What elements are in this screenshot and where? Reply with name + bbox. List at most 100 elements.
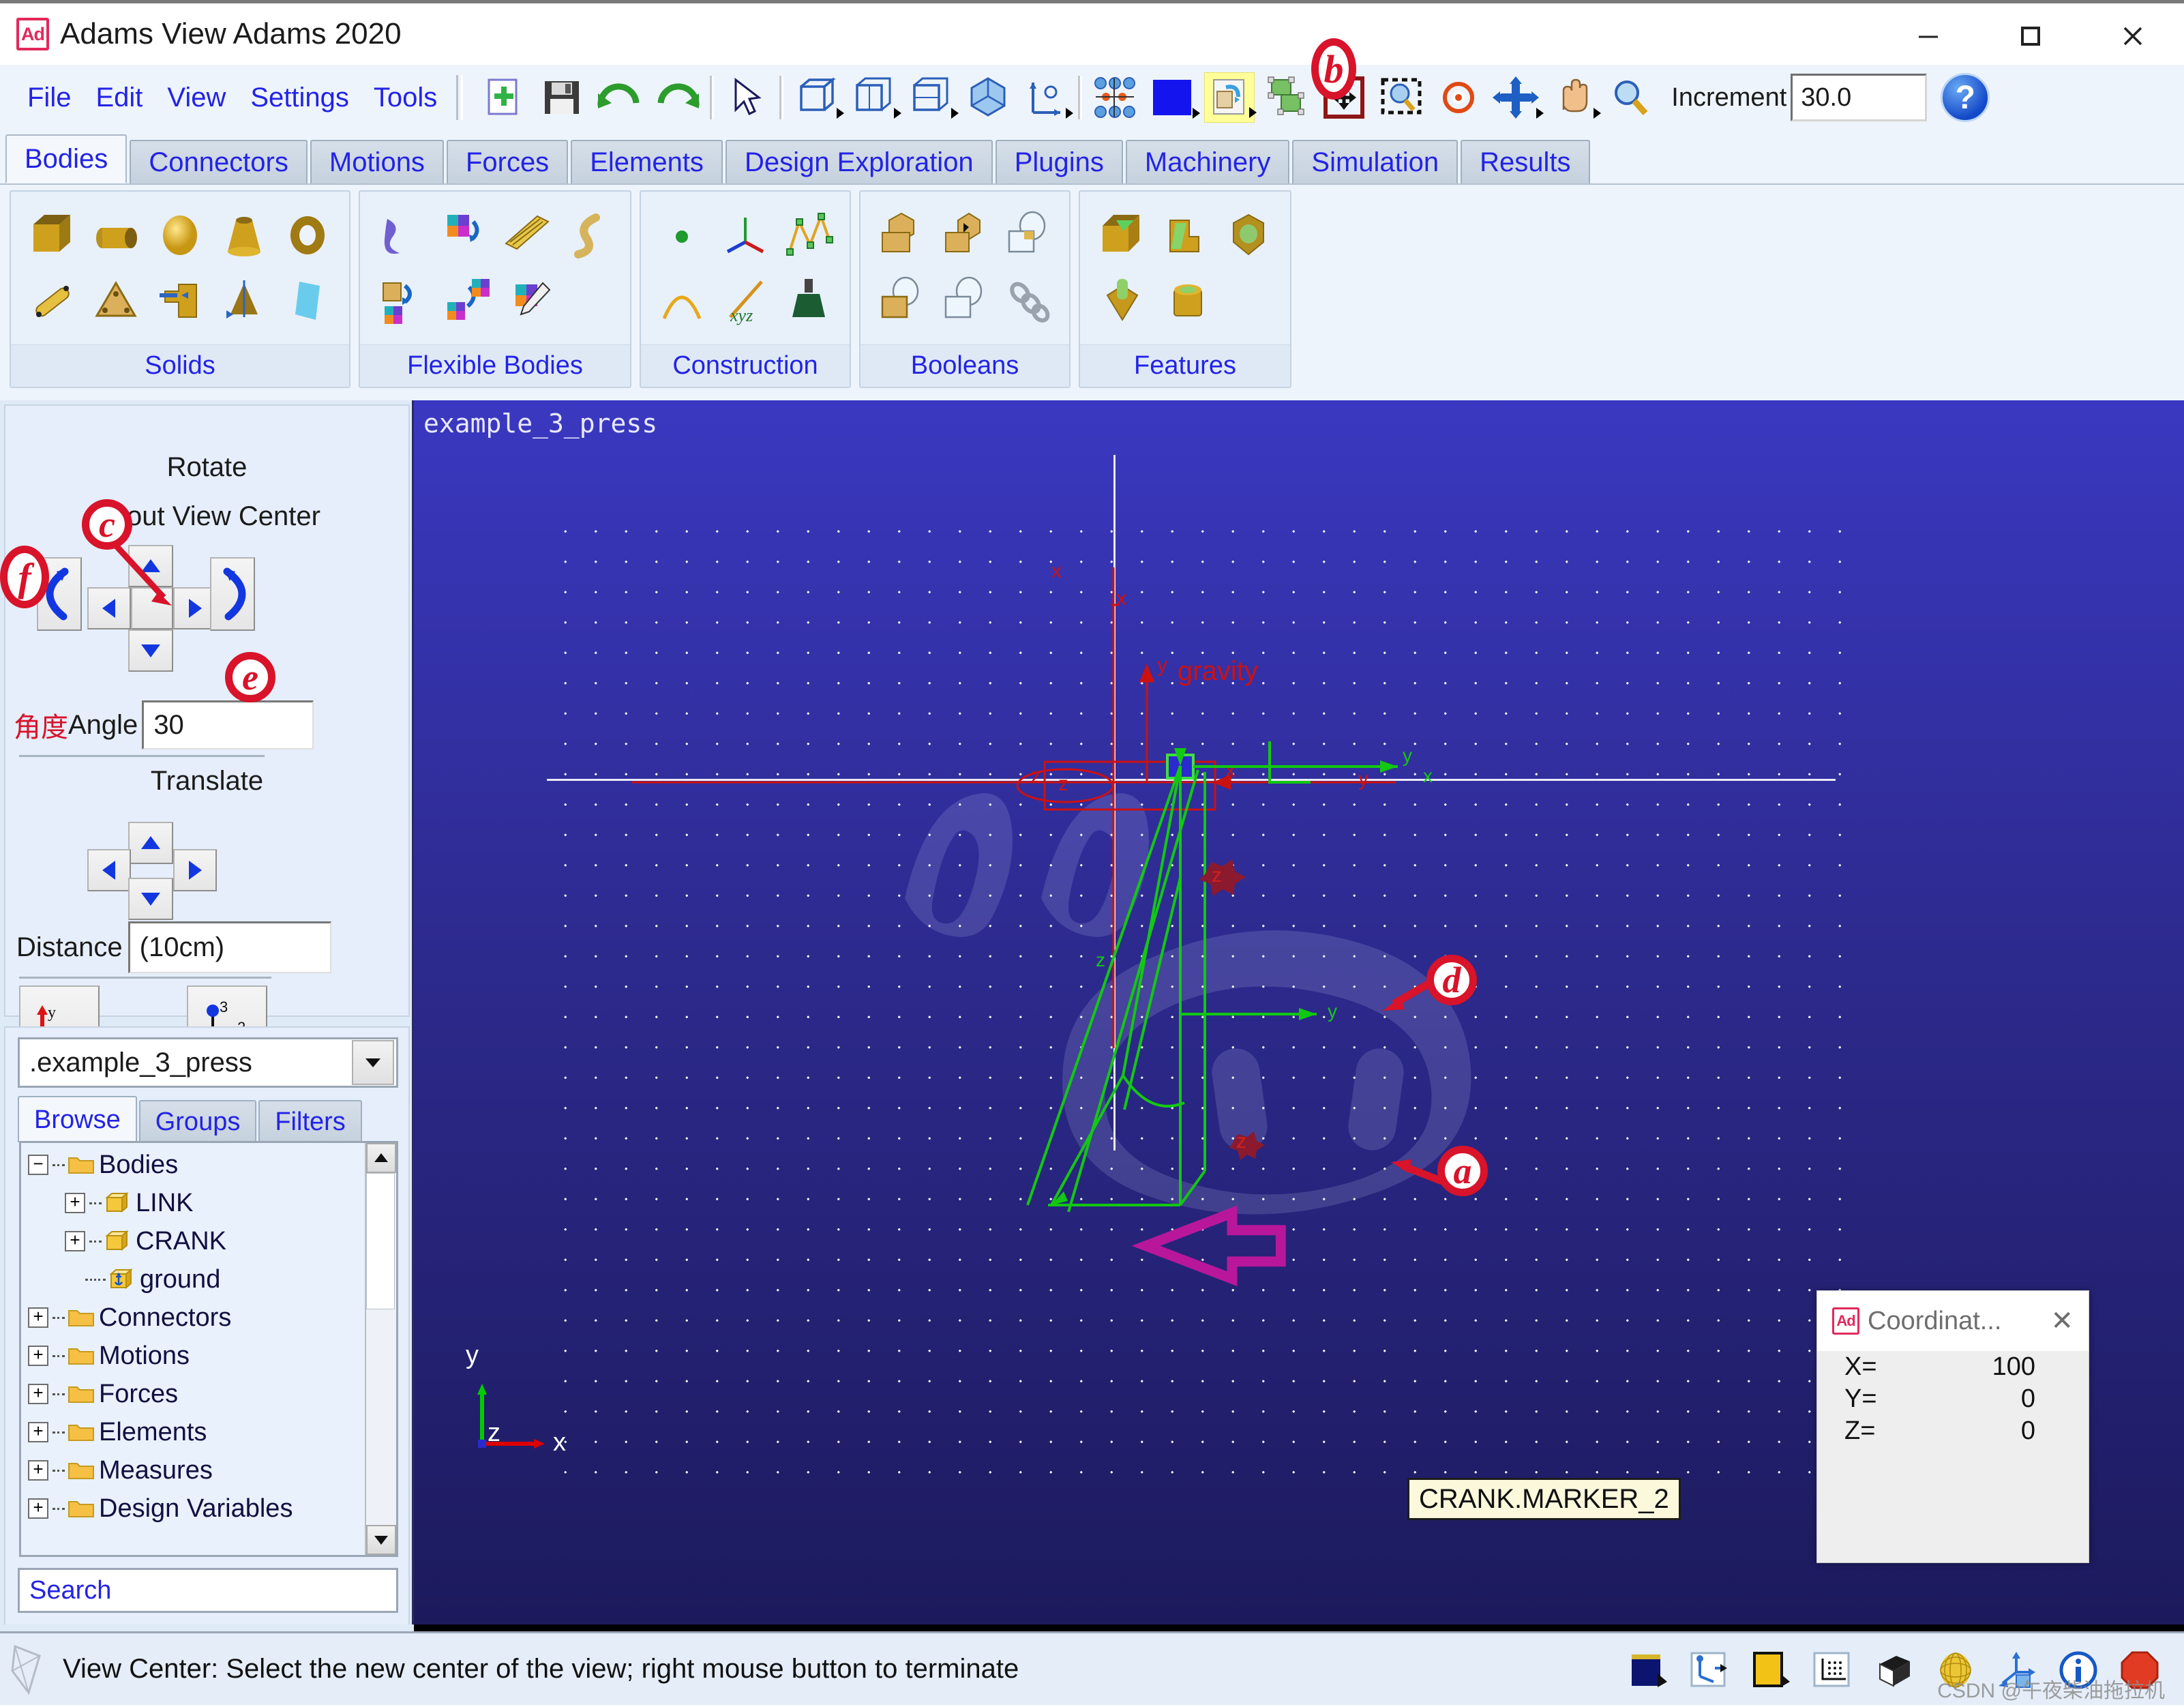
torus-icon[interactable] bbox=[275, 203, 340, 268]
tab-results[interactable]: Results bbox=[1461, 140, 1590, 183]
scroll-thumb[interactable] bbox=[366, 1173, 395, 1309]
front-view-icon[interactable] bbox=[848, 72, 902, 123]
rotate-cw-icon[interactable] bbox=[210, 557, 255, 631]
tab-filters[interactable]: Filters bbox=[258, 1100, 362, 1142]
zoom-icon[interactable] bbox=[1605, 72, 1656, 123]
sphere-icon[interactable] bbox=[148, 203, 212, 268]
flex-to-flex-icon[interactable] bbox=[435, 268, 500, 333]
tree-node-design-variables[interactable]: + Design Variables bbox=[21, 1489, 365, 1528]
increment-input[interactable]: 30.0 bbox=[1791, 74, 1928, 121]
iso-view-icon[interactable] bbox=[963, 72, 1013, 123]
rotate-down-icon[interactable] bbox=[128, 629, 173, 672]
beam-icon[interactable] bbox=[495, 203, 558, 268]
polyline-icon[interactable] bbox=[777, 203, 840, 268]
distance-input[interactable]: (10cm) bbox=[128, 921, 331, 973]
angle-input[interactable]: 30 bbox=[142, 700, 314, 749]
tree-expander-minus[interactable]: − bbox=[28, 1155, 48, 1175]
tab-groups[interactable]: Groups bbox=[138, 1100, 257, 1142]
view-center-icon[interactable] bbox=[1433, 72, 1484, 123]
tree-node-elements[interactable]: + Elements bbox=[21, 1413, 365, 1451]
tree-expander-plus[interactable]: + bbox=[28, 1460, 48, 1481]
tab-simulation[interactable]: Simulation bbox=[1292, 140, 1459, 183]
tab-connectors[interactable]: Connectors bbox=[130, 140, 308, 183]
tree-node-motions[interactable]: + Motions bbox=[21, 1337, 365, 1375]
merge-icon[interactable] bbox=[933, 203, 997, 268]
arc-icon[interactable] bbox=[650, 268, 714, 333]
translate-up-icon[interactable] bbox=[128, 822, 173, 864]
scroll-down-icon[interactable] bbox=[366, 1525, 396, 1555]
tab-design-exploration[interactable]: Design Exploration bbox=[725, 140, 993, 183]
menu-item-view[interactable]: View bbox=[155, 83, 238, 113]
menu-item-tools[interactable]: Tools bbox=[361, 83, 449, 113]
cut-icon[interactable] bbox=[996, 203, 1060, 268]
cylinder-icon[interactable] bbox=[85, 203, 149, 268]
coordinate-window[interactable]: Ad Coordinat... ✕ X= 100 Y= 0 Z= 0 bbox=[1816, 1290, 2089, 1563]
boss-icon[interactable] bbox=[1155, 268, 1221, 333]
menu-item-file[interactable]: File bbox=[15, 83, 83, 113]
plane-icon[interactable] bbox=[275, 268, 340, 333]
fillet-icon[interactable] bbox=[1090, 203, 1153, 268]
unite-icon[interactable] bbox=[870, 203, 933, 268]
tab-elements[interactable]: Elements bbox=[571, 140, 723, 183]
translate-right-icon[interactable] bbox=[173, 849, 217, 891]
pan-icon[interactable] bbox=[1548, 72, 1602, 123]
select-arrow-icon[interactable] bbox=[721, 72, 772, 123]
model-selector[interactable]: .example_3_press bbox=[18, 1037, 398, 1088]
translate-left-icon[interactable] bbox=[87, 849, 131, 891]
extrusion-icon[interactable] bbox=[148, 268, 212, 333]
split-icon[interactable] bbox=[933, 268, 997, 333]
tab-forces[interactable]: Forces bbox=[446, 140, 569, 183]
render-points-icon[interactable] bbox=[1090, 72, 1140, 123]
help-button[interactable]: ? bbox=[1941, 73, 1990, 122]
spline-xyz-icon[interactable]: xyz bbox=[714, 268, 777, 333]
tab-bodies[interactable]: Bodies bbox=[5, 134, 128, 183]
side-view-icon[interactable] bbox=[906, 72, 959, 123]
chevron-down-icon[interactable] bbox=[352, 1040, 394, 1085]
point-icon[interactable] bbox=[650, 203, 714, 268]
render-color-icon[interactable] bbox=[1746, 1645, 1797, 1695]
axis-view-icon[interactable] bbox=[1020, 72, 1074, 123]
background-color-icon[interactable] bbox=[1147, 72, 1201, 123]
rotate-view-icon[interactable] bbox=[1491, 72, 1544, 123]
link-icon[interactable] bbox=[20, 268, 85, 333]
csg-icon[interactable] bbox=[777, 268, 840, 333]
rigid-to-flex-icon[interactable] bbox=[432, 203, 495, 268]
shaded-box-icon[interactable] bbox=[1869, 1645, 1919, 1695]
tab-plugins[interactable]: Plugins bbox=[995, 140, 1123, 183]
tree-expander-plus[interactable]: + bbox=[28, 1346, 48, 1366]
tree-expander-plus[interactable]: + bbox=[65, 1231, 85, 1251]
tree-scrollbar[interactable] bbox=[365, 1143, 396, 1555]
tree-node-bodies[interactable]: − Bodies bbox=[21, 1146, 365, 1184]
triad-display-icon[interactable] bbox=[1685, 1645, 1735, 1695]
tree-expander-plus[interactable]: + bbox=[28, 1422, 48, 1442]
view-background-icon[interactable] bbox=[1624, 1645, 1674, 1695]
chamfer-icon[interactable] bbox=[1153, 203, 1216, 268]
hollow-icon[interactable] bbox=[1217, 203, 1281, 268]
tree-node-forces[interactable]: + Forces bbox=[21, 1375, 365, 1413]
translate-down-icon[interactable] bbox=[128, 878, 173, 920]
tree-node-measures[interactable]: + Measures bbox=[21, 1451, 365, 1489]
box-view-icon[interactable] bbox=[791, 72, 845, 123]
render-shaded-icon[interactable] bbox=[1261, 72, 1312, 123]
revolution-icon[interactable] bbox=[212, 268, 276, 333]
marker-icon[interactable] bbox=[714, 203, 777, 268]
tree-node-connectors[interactable]: + Connectors bbox=[21, 1298, 365, 1337]
undo-icon[interactable] bbox=[595, 72, 645, 123]
intersect-icon[interactable] bbox=[870, 268, 933, 333]
menu-item-edit[interactable]: Edit bbox=[83, 83, 155, 113]
minimize-button[interactable] bbox=[1877, 3, 1979, 68]
tab-motions[interactable]: Motions bbox=[310, 140, 444, 183]
plate-icon[interactable] bbox=[85, 268, 149, 333]
toolbar-grip[interactable] bbox=[456, 75, 464, 120]
tree-node-crank[interactable]: + CRANK bbox=[21, 1222, 365, 1260]
new-model-icon[interactable] bbox=[480, 72, 530, 123]
chain-icon[interactable] bbox=[996, 268, 1060, 333]
frustum-icon[interactable] bbox=[212, 203, 276, 268]
close-button[interactable] bbox=[2082, 3, 2184, 68]
spline-beam-icon[interactable] bbox=[558, 203, 620, 268]
box-icon[interactable] bbox=[20, 203, 85, 268]
tab-browse[interactable]: Browse bbox=[18, 1096, 137, 1142]
redo-icon[interactable] bbox=[652, 72, 702, 123]
tree-expander-plus[interactable]: + bbox=[28, 1498, 48, 1519]
scroll-up-icon[interactable] bbox=[366, 1143, 396, 1173]
